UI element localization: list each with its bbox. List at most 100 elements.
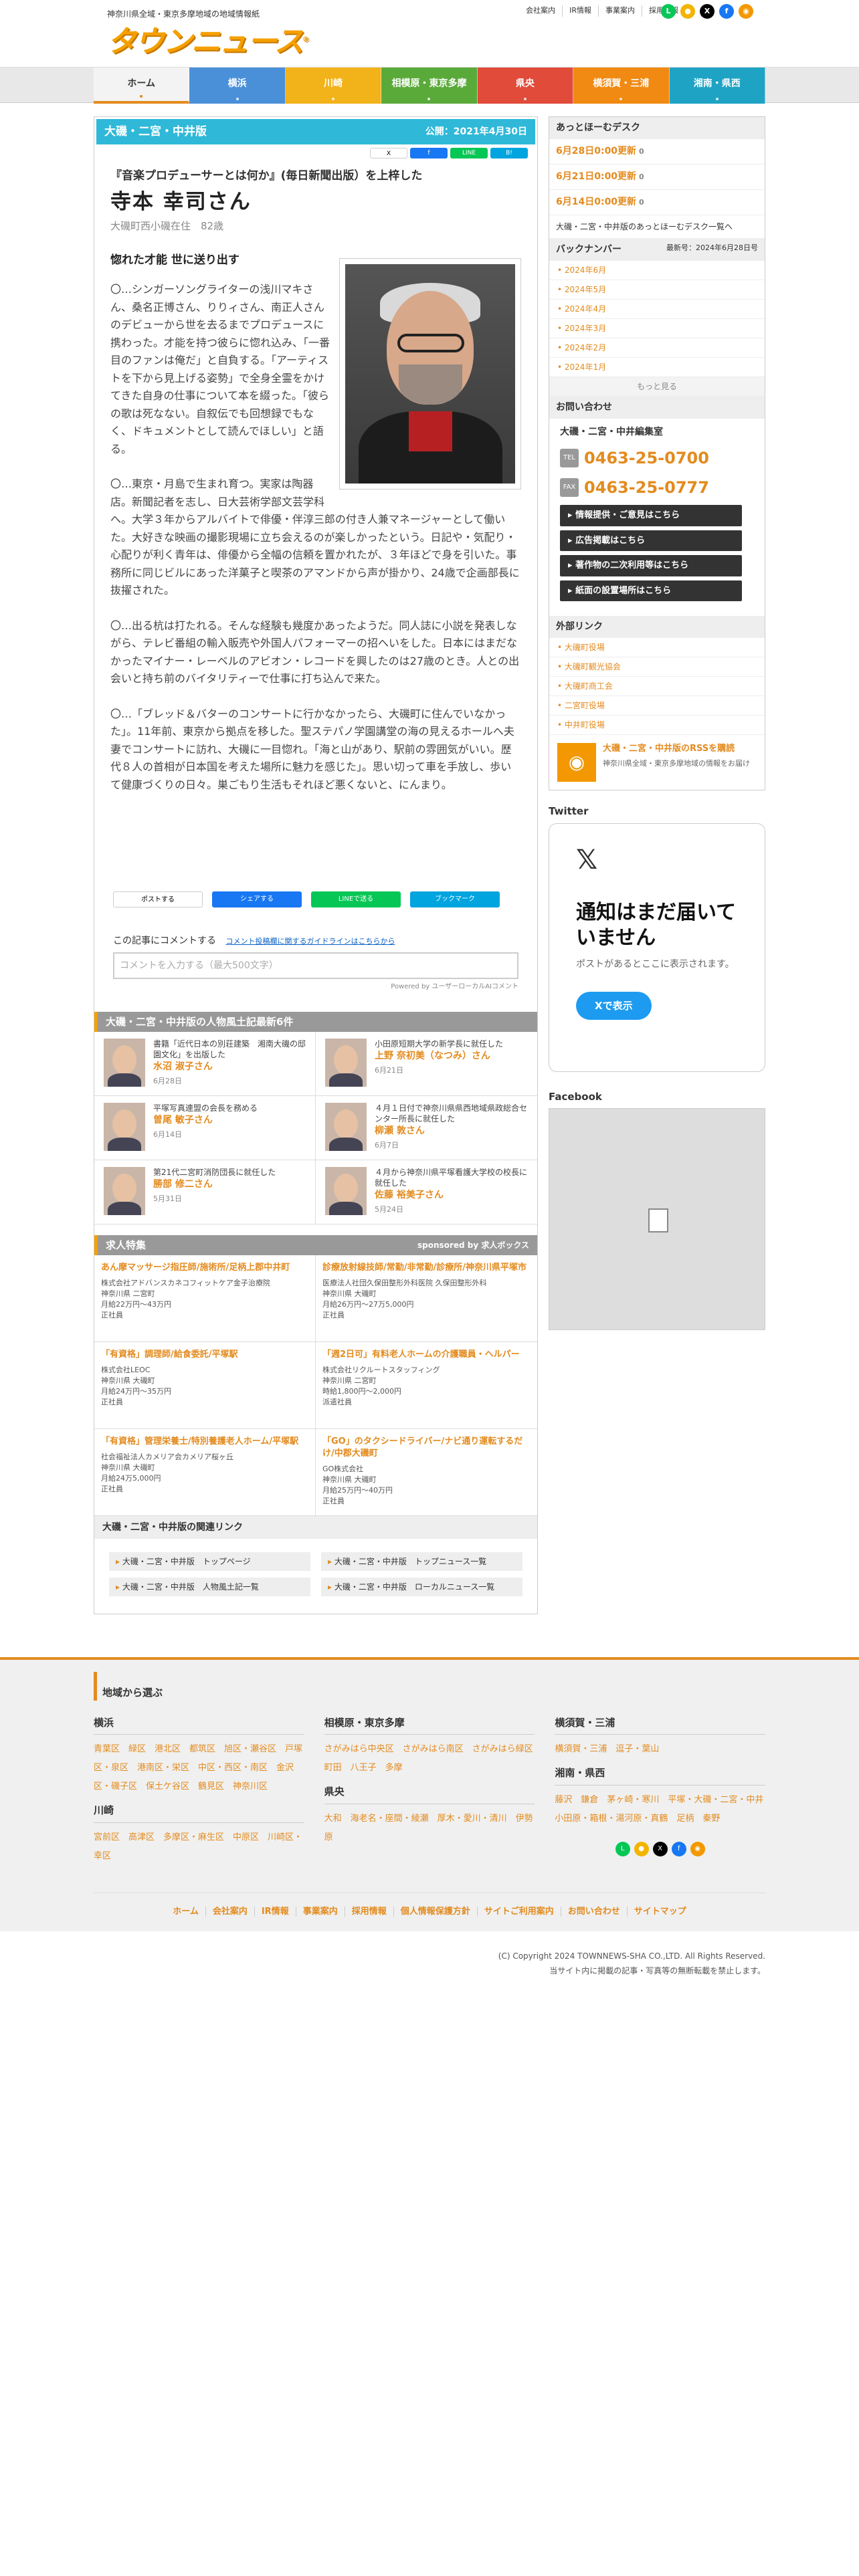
job-title[interactable]: 「有資格」調理師/給食委託/平塚駅 (101, 1349, 308, 1361)
copyright-button[interactable]: 著作物の二次利用等はこちら (560, 555, 742, 576)
desk-item[interactable]: 6月21日0:00更新 0 (549, 165, 765, 190)
top-link-company[interactable]: 会社案内 (519, 5, 562, 17)
tel-number[interactable]: 0463-25-0700 (584, 446, 709, 470)
share-facebook-button[interactable]: シェアする (212, 891, 302, 907)
region-title[interactable]: 相模原・東京多摩 (324, 1715, 535, 1735)
x-icon[interactable]: X (700, 4, 714, 19)
line-icon[interactable]: L (661, 4, 676, 19)
related-link[interactable]: 大磯・二宮・中井版 人物風土記一覧 (109, 1578, 310, 1596)
footer-link[interactable]: 事業案内 (295, 1906, 345, 1917)
job-title[interactable]: 「有資格」管理栄養士/特別養護老人ホーム/平塚駅 (101, 1436, 308, 1448)
desk-item[interactable]: 6月28日0:00更新 0 (549, 139, 765, 165)
share-x-small[interactable]: X (370, 148, 407, 158)
info-submit-button[interactable]: 情報提供・ご意見はこちら (560, 505, 742, 526)
share-hatena-small[interactable]: B! (490, 148, 528, 158)
related-link[interactable]: 大磯・二宮・中井版 トップニュース一覧 (321, 1552, 522, 1571)
person-name[interactable]: 曽尾 敏子さん (153, 1113, 258, 1127)
job-card[interactable]: 診療放射線技師/常勤/非常勤/診療所/神奈川県平塚市 医療法人社団久保田整形外科医… (316, 1255, 537, 1342)
rss-title[interactable]: 大磯・二宮・中井版のRSSを購読 (603, 743, 750, 755)
site-logo[interactable]: タウンニュース® (107, 20, 309, 64)
region-title[interactable]: 湘南・県西 (555, 1765, 766, 1786)
nav-kenou[interactable]: 県央 (477, 68, 574, 104)
top-link-business[interactable]: 事業案内 (598, 5, 642, 17)
external-link[interactable]: 二宮町役場 (549, 696, 765, 716)
person-card[interactable]: ４月１日付で神奈川県県西地域県政総合センター所長に就任した 柳瀬 敦さん 6月7日 (316, 1096, 537, 1160)
share-line-button[interactable]: LINEで送る (311, 891, 401, 907)
external-link[interactable]: 大磯町観光協会 (549, 657, 765, 677)
region-areas[interactable]: 宮前区 高津区 多摩区・麻生区 中原区 川崎区・幸区 (94, 1828, 304, 1866)
chat-icon[interactable]: ● (634, 1841, 649, 1856)
job-title[interactable]: あん摩マッサージ指圧師/施術所/足柄上郡中井町 (101, 1262, 308, 1274)
region-title[interactable]: 横須賀・三浦 (555, 1715, 766, 1735)
x-icon[interactable]: X (652, 1841, 668, 1856)
person-name[interactable]: 水沼 淑子さん (153, 1060, 306, 1073)
external-link[interactable]: 大磯町商工会 (549, 677, 765, 696)
nav-yokohama[interactable]: 横浜 (189, 68, 286, 104)
person-card[interactable]: 小田原短期大学の新学長に就任した 上野 奈初美（なつみ）さん 6月21日 (316, 1032, 537, 1096)
footer-link[interactable]: 個人情報保護方針 (393, 1906, 477, 1917)
region-areas[interactable]: 藤沢 鎌倉 茅ヶ崎・寒川 平塚・大磯・二宮・中井 小田原・箱根・湯河原・真鶴 足… (555, 1791, 772, 1828)
external-link[interactable]: 大磯町役場 (549, 638, 765, 657)
backnumber-month[interactable]: 2024年2月 (549, 338, 765, 358)
footer-link[interactable]: お問い合わせ (560, 1906, 627, 1917)
backnumber-more[interactable]: もっと見る (549, 377, 765, 397)
person-name[interactable]: 上野 奈初美（なつみ）さん (375, 1049, 503, 1063)
nav-home[interactable]: ホーム (94, 68, 190, 104)
comment-input[interactable]: コメントを入力する（最大500文字） (113, 952, 518, 979)
distribution-button[interactable]: 紙面の設置場所はこちら (560, 580, 742, 601)
nav-shonan[interactable]: 湘南・県西 (669, 68, 765, 104)
person-card[interactable]: ４月から神奈川県平塚看護大学校の校長に就任した 佐藤 裕美子さん 5月24日 (316, 1160, 537, 1224)
nav-kawasaki[interactable]: 川崎 (285, 68, 382, 104)
footer-link[interactable]: 採用情報 (344, 1906, 393, 1917)
chat-icon[interactable]: ● (680, 4, 695, 19)
comment-guideline-link[interactable]: コメント投稿欄に関するガイドラインはこちらから (225, 937, 395, 946)
related-link[interactable]: 大磯・二宮・中井版 トップページ (109, 1552, 310, 1571)
related-link[interactable]: 大磯・二宮・中井版 ローカルニュース一覧 (321, 1578, 522, 1596)
footer-link[interactable]: 会社案内 (205, 1906, 254, 1917)
top-link-ir[interactable]: IR情報 (562, 5, 598, 17)
edition-name[interactable]: 大磯・二宮・中井版 (104, 119, 207, 144)
share-bookmark-button[interactable]: ブックマーク (410, 891, 500, 907)
person-card[interactable]: 書籍「近代日本の別荘建築 湘南大磯の邸園文化」を出版した 水沼 淑子さん 6月28日 (94, 1032, 316, 1096)
facebook-icon[interactable]: f (671, 1841, 686, 1856)
job-title[interactable]: 「GO」のタクシードライバー/ナビ通り運転するだけ/中郡大磯町 (322, 1436, 531, 1460)
desk-more-link[interactable]: 大磯・二宮・中井版のあっとほーむデスク一覧へ (549, 215, 765, 239)
desk-item[interactable]: 6月14日0:00更新 0 (549, 190, 765, 215)
job-card[interactable]: 「週2日可」有料老人ホームの介護職員・ヘルパー 株式会社リクルートスタッフィング神… (316, 1342, 537, 1429)
rss-box[interactable]: ◉ 大磯・二宮・中井版のRSSを購読 神奈川県全域・東京多摩地域の情報をお届け (549, 735, 765, 790)
person-name[interactable]: 勝部 修二さん (153, 1178, 276, 1191)
line-icon[interactable]: L (615, 1841, 630, 1856)
share-line-small[interactable]: LINE (450, 148, 488, 158)
backnumber-month[interactable]: 2024年3月 (549, 319, 765, 338)
nav-yokosuka[interactable]: 横須賀・三浦 (573, 68, 670, 104)
person-name[interactable]: 柳瀬 敦さん (375, 1124, 528, 1138)
region-title[interactable]: 県央 (324, 1784, 535, 1804)
rss-icon[interactable]: ◉ (739, 4, 753, 19)
job-card[interactable]: 「有資格」調理師/給食委託/平塚駅 株式会社LEOC 神奈川県 大磯町 月給24万円～… (94, 1342, 316, 1429)
job-card[interactable]: 「GO」のタクシードライバー/ナビ通り運転するだけ/中郡大磯町 GO株式会社 神奈川… (316, 1429, 537, 1516)
region-areas[interactable]: 大和 海老名・座間・綾瀬 厚木・愛川・清川 伊勢原 (324, 1810, 535, 1847)
view-on-x-button[interactable]: Xで表示 (576, 991, 652, 1020)
person-name[interactable]: 佐藤 裕美子さん (375, 1188, 528, 1202)
job-card[interactable]: あん摩マッサージ指圧師/施術所/足柄上郡中井町 株式会社アドバンスカネコフィットケ… (94, 1255, 316, 1342)
region-areas[interactable]: 横須賀・三浦 逗子・葉山 (555, 1740, 765, 1759)
footer-link[interactable]: サイトマップ (626, 1906, 693, 1917)
share-x-button[interactable]: ポストする (113, 891, 203, 907)
backnumber-month[interactable]: 2024年1月 (549, 358, 765, 377)
nav-sagamihara[interactable]: 相模原・東京多摩 (381, 68, 478, 104)
region-areas[interactable]: さがみはら中央区 さがみはら南区 さがみはら緑区 町田 八王子 多摩 (324, 1740, 542, 1778)
region-title[interactable]: 横浜 (94, 1715, 304, 1735)
share-facebook-small[interactable]: f (410, 148, 448, 158)
facebook-icon[interactable]: f (719, 4, 734, 19)
footer-link[interactable]: ホーム (166, 1907, 205, 1917)
region-title[interactable]: 川崎 (94, 1803, 304, 1823)
job-title[interactable]: 診療放射線技師/常勤/非常勤/診療所/神奈川県平塚市 (322, 1262, 531, 1274)
region-areas[interactable]: 青葉区 緑区 港北区 都筑区 旭区・瀬谷区 戸塚区・泉区 港南区・栄区 中区・西… (94, 1740, 304, 1796)
footer-link[interactable]: IR情報 (254, 1906, 296, 1917)
external-link[interactable]: 中井町役場 (549, 716, 765, 735)
backnumber-month[interactable]: 2024年4月 (549, 300, 765, 319)
backnumber-month[interactable]: 2024年5月 (549, 280, 765, 300)
jobs-sponsor[interactable]: sponsored by 求人ボックス (417, 1235, 529, 1255)
person-card[interactable]: 平塚写真連盟の会長を務める 曽尾 敏子さん 6月14日 (94, 1096, 316, 1160)
portrait-photo[interactable] (339, 258, 521, 490)
